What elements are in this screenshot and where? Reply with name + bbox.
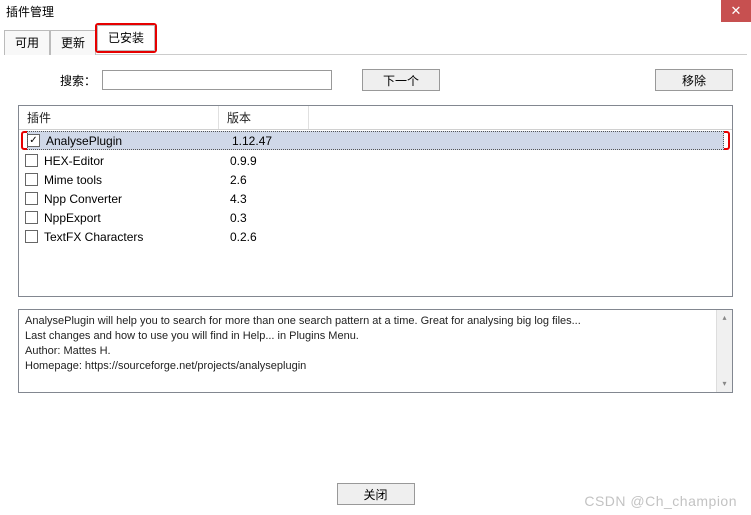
- description-line: Author: Mattes H.: [25, 344, 726, 359]
- plugin-version: 1.12.47: [232, 134, 322, 148]
- remove-button[interactable]: 移除: [655, 69, 733, 91]
- description-line: Homepage: https://sourceforge.net/projec…: [25, 359, 726, 374]
- list-header: 插件 版本: [19, 106, 732, 130]
- col-header-plugin[interactable]: 插件: [19, 106, 219, 129]
- table-row[interactable]: ✓ AnalysePlugin1.12.47: [27, 131, 724, 150]
- checkbox[interactable]: ✓: [27, 134, 40, 147]
- window-close-button[interactable]: ✕: [721, 0, 751, 22]
- col-header-version[interactable]: 版本: [219, 106, 309, 129]
- plugin-version: 0.9.9: [230, 154, 320, 168]
- plugin-name: Npp Converter: [44, 192, 230, 206]
- table-row[interactable]: TextFX Characters0.2.6: [19, 227, 732, 246]
- checkbox[interactable]: [25, 230, 38, 243]
- next-button[interactable]: 下一个: [362, 69, 440, 91]
- plugin-name: AnalysePlugin: [46, 134, 232, 148]
- close-button[interactable]: 关闭: [337, 483, 415, 505]
- close-icon: ✕: [731, 3, 742, 19]
- tab-available[interactable]: 可用: [4, 30, 50, 55]
- table-row[interactable]: NppExport0.3: [19, 208, 732, 227]
- description-panel: AnalysePlugin will help you to search fo…: [18, 309, 733, 393]
- description-line: Last changes and how to use you will fin…: [25, 329, 726, 344]
- checkbox[interactable]: [25, 154, 38, 167]
- table-row[interactable]: HEX-Editor0.9.9: [19, 151, 732, 170]
- plugin-version: 0.3: [230, 211, 320, 225]
- checkbox[interactable]: [25, 192, 38, 205]
- plugin-name: HEX-Editor: [44, 154, 230, 168]
- plugin-name: TextFX Characters: [44, 230, 230, 244]
- description-line: AnalysePlugin will help you to search fo…: [25, 314, 726, 329]
- scrollbar[interactable]: ▴ ▾: [716, 310, 732, 392]
- search-row: 搜索： 下一个 移除: [0, 55, 751, 101]
- plugin-version: 0.2.6: [230, 230, 320, 244]
- checkbox[interactable]: [25, 173, 38, 186]
- search-input[interactable]: [102, 70, 332, 90]
- plugin-version: 2.6: [230, 173, 320, 187]
- scroll-down-icon[interactable]: ▾: [717, 376, 733, 392]
- checkbox[interactable]: [25, 211, 38, 224]
- tab-update[interactable]: 更新: [50, 30, 96, 55]
- window-title: 插件管理: [6, 3, 54, 20]
- plugin-name: Mime tools: [44, 173, 230, 187]
- plugin-name: NppExport: [44, 211, 230, 225]
- table-row[interactable]: Npp Converter4.3: [19, 189, 732, 208]
- tabs: 可用 更新 已安装: [4, 22, 747, 55]
- bottom-bar: 关闭: [0, 483, 751, 505]
- scroll-up-icon[interactable]: ▴: [717, 310, 733, 326]
- plugin-version: 4.3: [230, 192, 320, 206]
- search-label: 搜索：: [60, 72, 96, 89]
- plugin-list: 插件 版本 ✓AnalysePlugin1.12.47HEX-Editor0.9…: [18, 105, 733, 297]
- tab-installed[interactable]: 已安装: [97, 25, 155, 51]
- table-row[interactable]: Mime tools2.6: [19, 170, 732, 189]
- titlebar: 插件管理 ✕: [0, 0, 751, 22]
